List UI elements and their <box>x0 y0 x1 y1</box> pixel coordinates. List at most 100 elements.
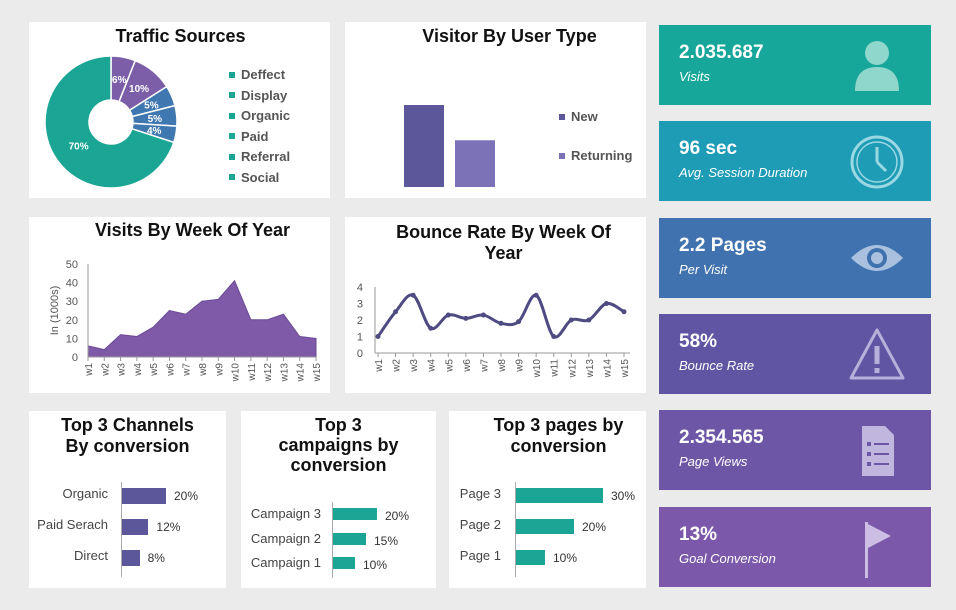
bar-organic <box>122 488 166 504</box>
bounce-point-w13 <box>586 317 592 323</box>
category-axis <box>121 482 122 577</box>
bar-page-2 <box>516 519 574 534</box>
bar-value-label: 8% <box>147 551 165 565</box>
channels-panel: Top 3 Channels By conversion Organic 20% P… <box>29 411 226 588</box>
channels-title: Top 3 Channels By conversion <box>29 415 226 457</box>
legend-item-deffect: Deffect <box>229 67 285 82</box>
y-tick-label: 10 <box>66 333 78 345</box>
x-tick-label: w9 <box>515 359 526 373</box>
legend-item-paid: Paid <box>229 129 268 144</box>
bounce-point-w7 <box>480 312 486 318</box>
visitor-type-bar-chart <box>404 105 495 187</box>
legend-label: Returning <box>571 148 633 163</box>
bar-value-label: 20% <box>174 489 199 503</box>
campaigns-panel: Top 3 campaigns by conversion Campaign 3… <box>241 411 436 588</box>
x-tick-label: w11 <box>247 363 258 382</box>
pages-title-line2: conversion <box>510 436 607 456</box>
y-tick-label: 0 <box>357 348 363 360</box>
bounce-point-w15 <box>621 309 627 315</box>
x-tick-label: w9 <box>214 363 225 377</box>
kpi-page-views-label: Page Views <box>679 454 748 469</box>
x-tick-label: w7 <box>479 359 490 373</box>
bounce-point-w2 <box>393 309 399 315</box>
visits-week-area-chart: 0 10 20 30 40 50 w1 w2 w3 w4 w5 w6 w7 w8 w9 w10 w11 w12 w1… <box>49 259 323 383</box>
x-tick-label: w1 <box>84 363 95 377</box>
legend-item-new: New <box>559 109 598 124</box>
bar-paid-serach <box>122 519 149 535</box>
x-tick-label: w4 <box>427 359 438 373</box>
x-tick-label: w8 <box>198 363 209 377</box>
legend-swatch <box>229 174 235 181</box>
category-label: Direct <box>74 548 108 563</box>
x-tick-label: w1 <box>374 359 385 373</box>
bar-campaign-2 <box>333 532 366 545</box>
bar-value-label: 10% <box>553 551 578 565</box>
campaigns-title-line2: campaigns by <box>278 435 399 455</box>
legend-label: Paid <box>241 128 269 144</box>
legend-swatch <box>229 112 235 119</box>
category-axis <box>515 482 516 577</box>
y-tick-label: 0 <box>72 352 78 364</box>
kpi-pages-per-visit-label: Per Visit <box>679 262 728 277</box>
kpi-session-duration-value: 96 sec <box>679 138 738 159</box>
legend-swatch <box>229 71 235 78</box>
kpi-page-views-value: 2.354.565 <box>679 427 764 448</box>
visits-area <box>87 279 317 358</box>
category-label: Campaign 3 <box>250 506 321 521</box>
bounce-point-w4 <box>428 325 434 331</box>
x-tick-label: w5 <box>444 359 455 373</box>
x-tick-label: w10 <box>532 359 543 379</box>
legend-item-referral: Referral <box>229 149 290 164</box>
category-label: Page 2 <box>459 517 501 532</box>
legend-label: Organic <box>241 108 291 123</box>
kpi-visits-value: 2.035.687 <box>679 42 764 63</box>
pie-label-social: 70% <box>69 142 89 153</box>
campaigns-title: Top 3 campaigns by conversion <box>241 415 436 475</box>
y-tick-label: 4 <box>357 282 363 294</box>
visitor-type-panel: Visitor By User Type New Returning <box>345 22 646 198</box>
document-icon <box>862 426 894 476</box>
bar-campaign-1 <box>333 557 355 569</box>
visits-week-panel: Visits By Week Of Year 0 10 20 30 40 50 w1 w2 w3… <box>29 217 330 393</box>
kpi-pages-per-visit: 2.2 Pages Per Visit <box>659 218 931 298</box>
kpi-visits: 2.035.687 Visits <box>659 25 931 105</box>
x-tick-label: w14 <box>296 363 307 383</box>
bounce-point-w8 <box>498 320 504 326</box>
legend-label: Social <box>241 169 280 185</box>
bar-value-label: 30% <box>611 489 636 503</box>
bar-returning <box>455 140 495 187</box>
traffic-sources-panel: Traffic Sources 6% 10% 5% 5% 4% 70% Deffect Di… <box>29 22 330 198</box>
legend-label: New <box>571 109 598 124</box>
category-label: Paid Serach <box>37 517 108 532</box>
x-tick-label: w10 <box>231 363 242 383</box>
channels-title-line1: Top 3 Channels <box>61 415 194 435</box>
bar-campaign-3 <box>333 508 377 520</box>
legend-item-social: Social <box>229 170 279 185</box>
kpi-visits-label: Visits <box>679 69 710 84</box>
legend-label: Display <box>241 87 288 103</box>
category-label: Organic <box>62 486 108 501</box>
eye-icon <box>851 245 903 271</box>
warning-icon <box>849 328 905 380</box>
bounce-point-w12 <box>568 317 574 323</box>
x-tick-label: w2 <box>392 359 403 373</box>
bounce-point-w1 <box>375 334 381 339</box>
category-label: Campaign 1 <box>250 555 321 570</box>
user-icon <box>855 41 899 91</box>
x-tick-label: w6 <box>462 359 473 373</box>
kpi-goal-conversion-label: Goal Conversion <box>679 551 776 566</box>
bar-value-label: 20% <box>385 509 410 523</box>
kpi-pages-per-visit-value: 2.2 Pages <box>679 235 767 256</box>
bar-value-label: 12% <box>156 520 181 534</box>
channels-title-line2: By conversion <box>65 436 190 456</box>
pages-title: Top 3 pages by conversion <box>471 415 646 457</box>
x-tick-label: w8 <box>497 359 508 373</box>
x-tick-label: w11 <box>550 359 561 378</box>
campaigns-title-line1: Top 3 <box>315 415 362 435</box>
y-tick-label: 2 <box>357 315 363 327</box>
pages-panel: Top 3 pages by conversion Page 3 30% Page … <box>449 411 646 588</box>
x-tick-label: w14 <box>602 359 613 379</box>
x-tick-label: w2 <box>100 363 111 377</box>
legend-swatch <box>559 152 565 159</box>
y-axis-label: In (1000s) <box>49 286 61 336</box>
